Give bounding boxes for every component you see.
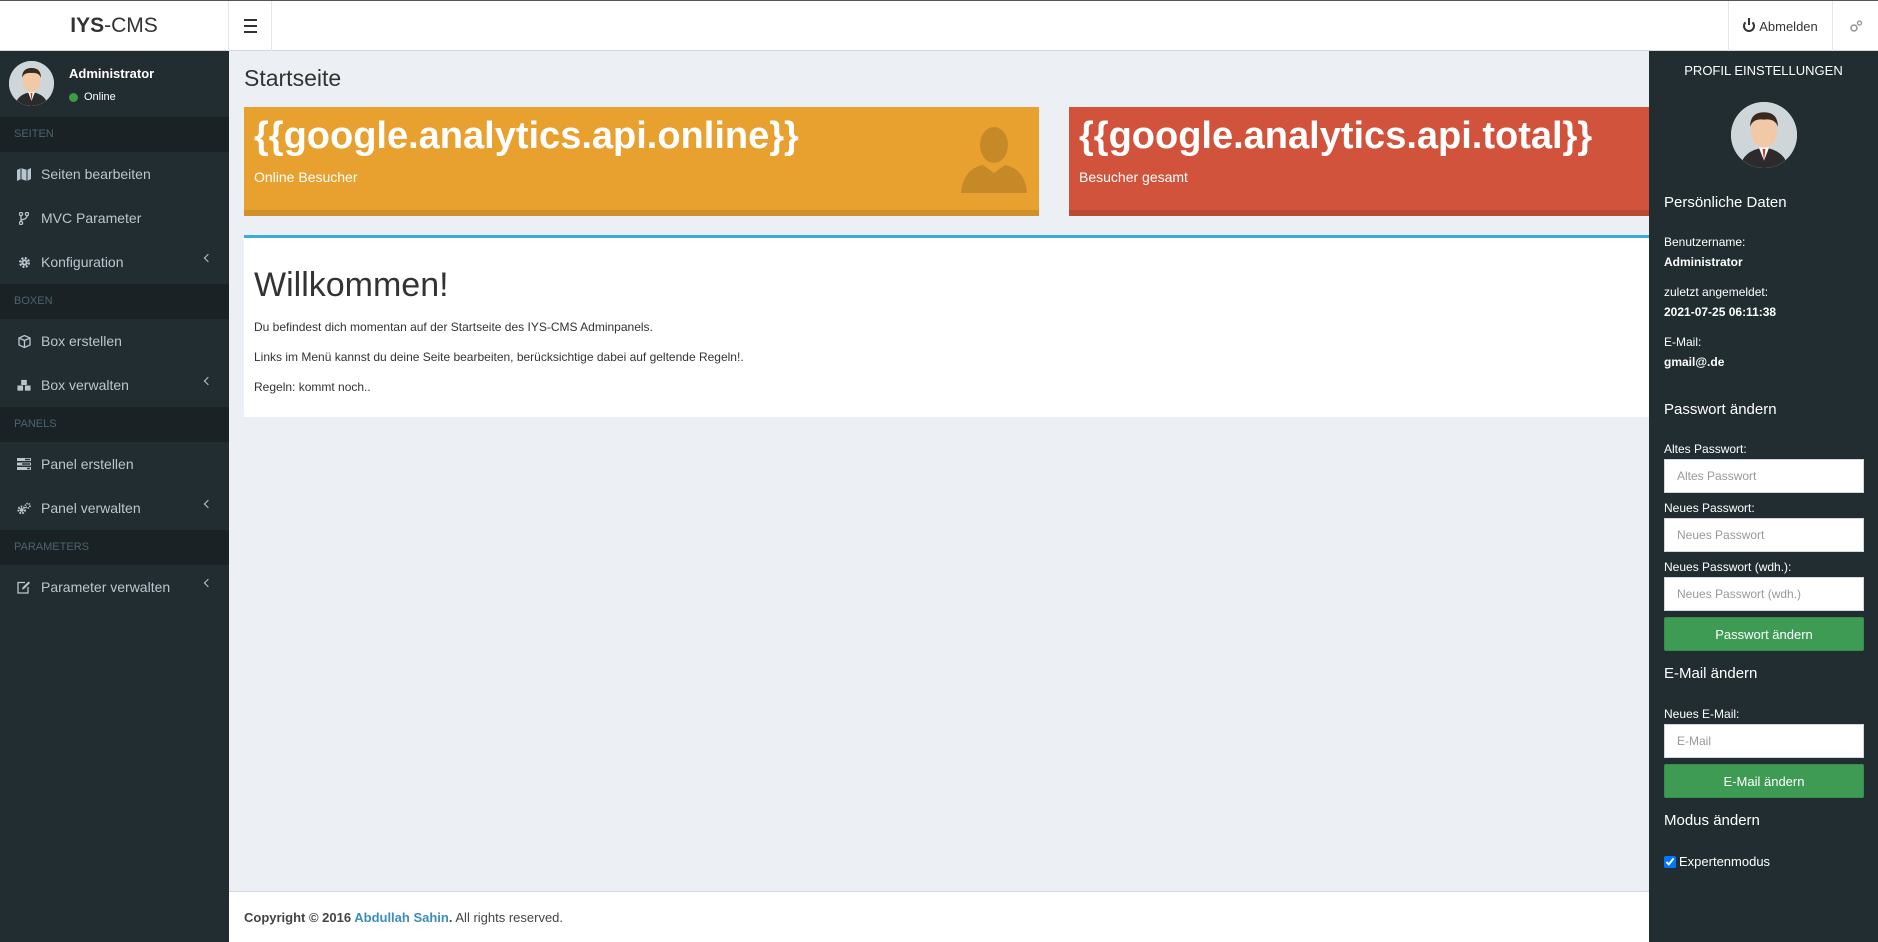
user-status: Online (69, 91, 116, 103)
edit-icon (17, 580, 31, 594)
avatar (9, 61, 54, 106)
app-logo[interactable]: IYS -CMS (0, 1, 229, 51)
info-box-footer (1069, 210, 1649, 216)
sidebar-toggle-button[interactable] (229, 1, 272, 51)
welcome-line: Links im Menü kannst du deine Seite bear… (254, 350, 744, 364)
change-email-button[interactable]: E-Mail ändern (1664, 764, 1864, 798)
info-box-footer (244, 210, 1039, 216)
sidebar-item-panel-erstellen[interactable]: Panel erstellen (0, 442, 229, 486)
power-icon (1743, 18, 1756, 32)
new-password-input[interactable] (1664, 518, 1864, 552)
personal-data-heading: Persönliche Daten (1664, 194, 1787, 211)
control-sidebar: PROFIL EINSTELLUNGEN Persönliche Daten B… (1649, 51, 1878, 942)
info-box-label: Besucher gesamt (1079, 169, 1188, 185)
welcome-heading: Willkommen! (254, 266, 449, 304)
welcome-line: Regeln: kommt noch.. (254, 380, 371, 394)
old-password-input[interactable] (1664, 459, 1864, 493)
sidebar-item-label: Konfiguration (41, 254, 124, 270)
chevron-left-icon (203, 253, 213, 263)
expert-mode-label: Expertenmodus (1679, 854, 1771, 869)
email-label: E-Mail: (1664, 335, 1702, 349)
cube-icon (17, 334, 31, 348)
info-box-online-visitors: {{google.analytics.api.online}} Online B… (244, 107, 1039, 216)
user-icon (961, 127, 1027, 193)
sidebar-item-label: Panel erstellen (41, 456, 134, 472)
page-title: Startseite (244, 65, 342, 91)
section-header-boxen: BOXEN (0, 284, 229, 319)
status-dot-icon (69, 92, 78, 102)
logo-rest: -CMS (104, 14, 158, 37)
logout-label: Abmelden (1759, 18, 1818, 34)
sidebar-item-label: Parameter verwalten (41, 579, 171, 595)
section-header-parameters: PARAMETERS (0, 530, 229, 565)
password-heading: Passwort ändern (1664, 401, 1777, 418)
repeat-password-label: Neues Passwort (wdh.): (1664, 560, 1792, 574)
cubes-icon (17, 378, 31, 392)
sidebar-item-label: Seiten bearbeiten (41, 166, 151, 182)
top-navbar: IYS -CMS Abmelden (0, 0, 1878, 51)
info-box-total-visitors: {{google.analytics.api.total}} Besucher … (1069, 107, 1649, 216)
chevron-left-icon (203, 578, 213, 588)
copyright-prefix: Copyright © 2016 (244, 910, 355, 925)
new-email-label: Neues E-Mail: (1664, 707, 1740, 721)
sidebar-item-mvc-parameter[interactable]: MVC Parameter (0, 196, 229, 240)
sidebar-item-label: Box verwalten (41, 377, 129, 393)
user-name: Administrator (69, 66, 155, 81)
status-label: Online (84, 91, 116, 103)
expert-mode-checkbox[interactable] (1664, 855, 1676, 868)
sidebar-item-parameter-verwalten[interactable]: Parameter verwalten (0, 565, 229, 609)
email-change-heading: E-Mail ändern (1664, 665, 1758, 682)
sidebar-item-konfiguration[interactable]: Konfiguration (0, 240, 229, 284)
sidebar-item-label: MVC Parameter (41, 210, 142, 226)
tasks-icon (17, 457, 31, 471)
code-fork-icon (17, 211, 31, 225)
welcome-line: Du befindest dich momentan auf der Start… (254, 320, 653, 334)
main-footer: Copyright © 2016 Abdullah Sahin. All rig… (229, 891, 1649, 942)
sidebar-item-label: Box erstellen (41, 333, 122, 349)
section-header-seiten: SEITEN (0, 117, 229, 152)
username-label: Benutzername: (1664, 235, 1746, 249)
email-value: gmail@.de (1664, 355, 1725, 369)
username-value: Administrator (1664, 255, 1743, 269)
gears-icon (17, 501, 31, 515)
hamburger-icon (243, 17, 257, 35)
gears-icon (1849, 20, 1862, 32)
info-box-number: {{google.analytics.api.total}} (1079, 115, 1593, 157)
change-password-button[interactable]: Passwort ändern (1664, 617, 1864, 651)
map-icon (17, 167, 31, 181)
old-password-label: Altes Passwort: (1664, 442, 1747, 456)
repeat-password-input[interactable] (1664, 577, 1864, 611)
section-header-panels: PANELS (0, 407, 229, 442)
sidebar-item-box-erstellen[interactable]: Box erstellen (0, 319, 229, 363)
gear-icon (17, 255, 31, 269)
copyright-text: Copyright © 2016 Abdullah Sahin. All rig… (244, 910, 563, 925)
sidebar-item-label: Panel verwalten (41, 500, 141, 516)
sidebar-item-seiten-bearbeiten[interactable]: Seiten bearbeiten (0, 152, 229, 196)
sidebar-item-box-verwalten[interactable]: Box verwalten (0, 363, 229, 407)
control-sidebar-title: PROFIL EINSTELLUNGEN (1684, 63, 1843, 78)
expert-mode-row[interactable]: Expertenmodus (1664, 854, 1770, 869)
logo-bold: IYS (70, 14, 105, 37)
logout-button[interactable]: Abmelden (1728, 1, 1832, 51)
last-login-label: zuletzt angemeldet: (1664, 285, 1769, 299)
new-email-input[interactable] (1664, 724, 1864, 758)
new-password-label: Neues Passwort: (1664, 501, 1755, 515)
main-sidebar: Administrator Online SEITEN Seiten bearb… (0, 51, 229, 942)
profile-avatar (1731, 102, 1797, 168)
info-box-number: {{google.analytics.api.online}} (254, 115, 799, 157)
content-wrapper: Startseite {{google.analytics.api.online… (229, 51, 1649, 891)
chevron-left-icon (203, 376, 213, 386)
user-panel: Administrator Online (0, 51, 229, 117)
chevron-left-icon (203, 499, 213, 509)
info-box-label: Online Besucher (254, 169, 358, 185)
control-sidebar-toggle[interactable] (1832, 1, 1878, 51)
last-login-value: 2021-07-25 06:11:38 (1664, 305, 1777, 319)
sidebar-item-panel-verwalten[interactable]: Panel verwalten (0, 486, 229, 530)
mode-heading: Modus ändern (1664, 812, 1760, 829)
copyright-suffix: All rights reserved. (452, 910, 564, 925)
welcome-box: Willkommen! Du befindest dich momentan a… (244, 235, 1649, 417)
author-link[interactable]: Abdullah Sahin (354, 910, 449, 925)
